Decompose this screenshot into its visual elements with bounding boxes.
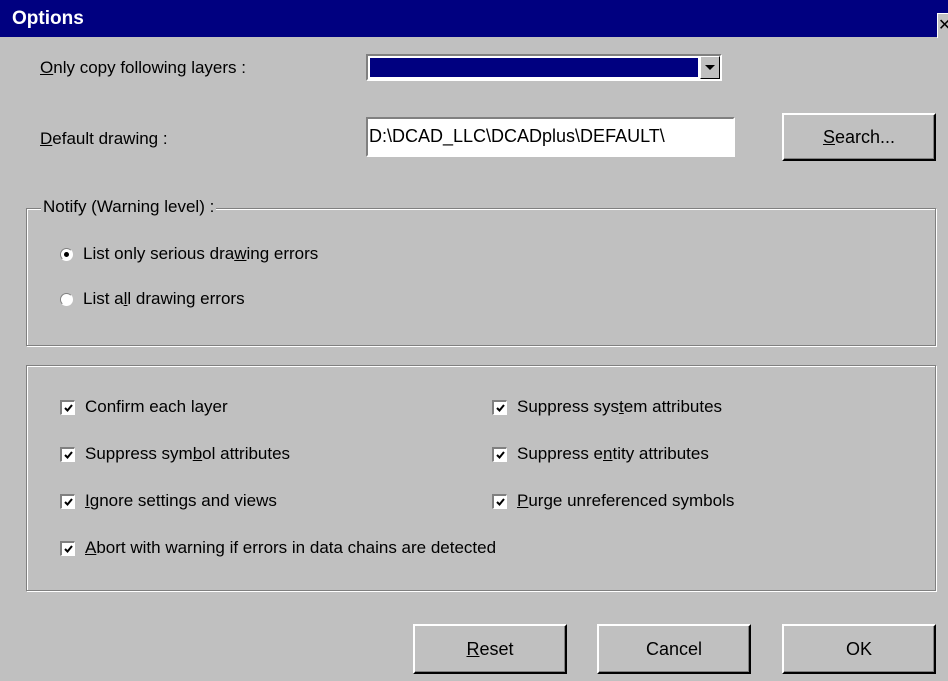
checkbox-suppress-entity-attributes[interactable]: Suppress entity attributes [492,444,709,464]
radio-button-icon[interactable] [60,292,73,306]
checkbox-label: Ignore settings and views [85,491,277,510]
radio-all-errors-label: List all drawing errors [83,289,245,308]
checkbox-purge-unreferenced-symbols[interactable]: Purge unreferenced symbols [492,491,734,511]
radio-serious-errors-label: List only serious drawing errors [83,244,319,263]
layers-label: Only copy following layers : [40,58,246,77]
notify-legend: Notify (Warning level) : [41,197,217,217]
check-mark-icon[interactable] [492,446,507,462]
ok-button[interactable]: OK [782,624,936,674]
checkbox-suppress-system-attributes[interactable]: Suppress system attributes [492,397,722,417]
checkbox-label: Purge unreferenced symbols [517,491,735,510]
check-mark-icon[interactable] [60,399,75,415]
check-mark-icon[interactable] [60,446,75,462]
check-mark-icon[interactable] [60,493,75,509]
chevron-down-icon[interactable] [700,56,720,79]
checkbox-confirm-each-layer[interactable]: Confirm each layer [60,397,228,417]
checkbox-label: Abort with warning if errors in data cha… [85,538,497,557]
notify-group: Notify (Warning level) : [26,197,936,346]
default-drawing-field[interactable]: D:\DCAD_LLC\DCADplus\DEFAULT\ [366,117,735,157]
checkbox-abort-with-warning[interactable]: Abort with warning if errors in data cha… [60,538,496,558]
close-icon: ✕ [938,17,948,34]
title-bar: Options ✕ [0,0,948,38]
default-drawing-label: Default drawing : [40,129,168,148]
check-mark-icon[interactable] [492,493,507,509]
close-button[interactable]: ✕ [937,13,948,38]
check-mark-icon[interactable] [492,399,507,415]
cancel-button[interactable]: Cancel [597,624,751,674]
window-title: Options [12,8,84,29]
search-button[interactable]: Search... [782,113,936,161]
radio-serious-errors[interactable]: List only serious drawing errors [60,244,318,264]
radio-button-icon[interactable] [60,247,73,261]
checkbox-suppress-symbol-attributes[interactable]: Suppress symbol attributes [60,444,290,464]
checkbox-label: Suppress entity attributes [517,444,709,463]
layers-select[interactable] [366,54,722,81]
check-mark-icon[interactable] [60,540,75,556]
reset-button[interactable]: Reset [413,624,567,674]
checkbox-label: Suppress system attributes [517,397,723,416]
radio-all-errors[interactable]: List all drawing errors [60,289,245,309]
checkbox-label: Suppress symbol attributes [85,444,291,463]
checkbox-ignore-settings-and-views[interactable]: Ignore settings and views [60,491,277,511]
checkbox-label: Confirm each layer [85,397,228,416]
layers-select-value [370,58,698,77]
